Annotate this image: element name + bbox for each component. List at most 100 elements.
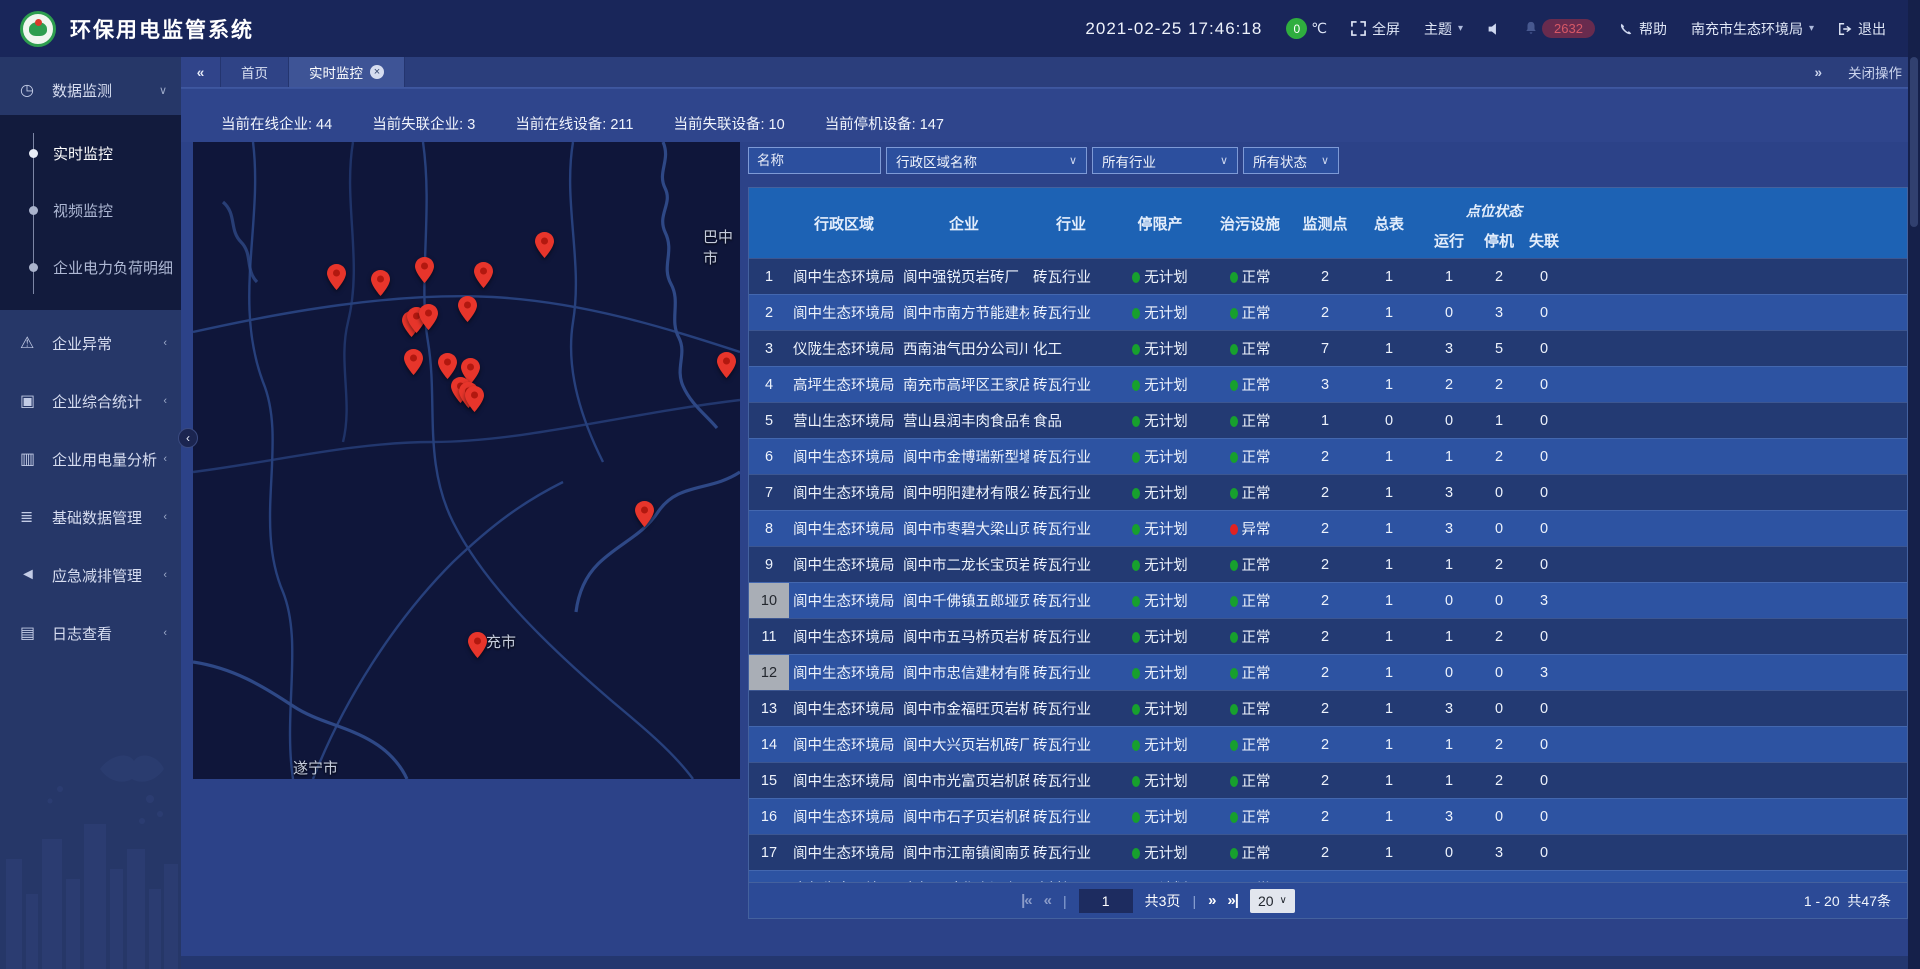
table-row[interactable]: 16阆中生态环境局阆中市石子页岩机砖厂砖瓦行业无计划正常21300 — [749, 798, 1907, 834]
sidebar-item-3[interactable]: ▥企业用电量分析‹ — [0, 434, 181, 484]
tab-1[interactable]: 实时监控× — [289, 57, 405, 87]
col-group-point-status: 点位状态 — [1421, 188, 1567, 223]
cell-lost-count: 0 — [1521, 485, 1567, 501]
map-pin-icon[interactable] — [458, 296, 477, 322]
cell-monitor-count: 2 — [1293, 269, 1357, 285]
map-pin-icon[interactable] — [468, 632, 487, 658]
cell-facility-status: 正常 — [1207, 554, 1293, 575]
sidebar-collapse-button[interactable]: ‹ — [178, 428, 198, 448]
table-row[interactable]: 3仪陇生态环境局西南油气田分公司川中化工无计划正常71350 — [749, 330, 1907, 366]
table-row[interactable]: 5营山生态环境局营山县润丰肉食品有限食品无计划正常10010 — [749, 402, 1907, 438]
cell-lost-count: 3 — [1521, 593, 1567, 609]
tab-0[interactable]: 首页 — [221, 57, 289, 87]
table-row[interactable]: 17阆中生态环境局阆中市江南镇阆南页岩砖瓦行业无计划正常21030 — [749, 834, 1907, 870]
pager-divider: | — [1063, 893, 1067, 909]
cell-monitor-count: 2 — [1293, 485, 1357, 501]
table-row[interactable]: 8阆中生态环境局阆中市枣碧大梁山页岩砖瓦行业无计划异常21300 — [749, 510, 1907, 546]
map-pin-icon[interactable] — [474, 262, 493, 288]
cell-company: 阆中明阳建材有限公司 — [899, 482, 1029, 503]
table-row[interactable]: 14阆中生态环境局阆中大兴页岩机砖厂砖瓦行业无计划正常21120 — [749, 726, 1907, 762]
cell-stop-count: 0 — [1477, 701, 1521, 717]
cell-lost-count: 0 — [1521, 557, 1567, 573]
map-pin-icon[interactable] — [371, 270, 390, 296]
map-pin-icon[interactable] — [635, 501, 654, 527]
cell-stop-count: 2 — [1477, 557, 1521, 573]
map-pin-icon[interactable] — [327, 264, 346, 290]
next-page-button[interactable]: » — [1208, 892, 1215, 909]
cell-stop-count: 0 — [1477, 521, 1521, 537]
table-row[interactable]: 12阆中生态环境局阆中市忠信建材有限公砖瓦行业无计划正常21003 — [749, 654, 1907, 690]
mute-button[interactable] — [1487, 22, 1500, 36]
last-page-button[interactable]: »| — [1227, 892, 1238, 909]
vertical-scrollbar[interactable] — [1908, 0, 1920, 969]
notifications-button[interactable]: 2632 — [1524, 19, 1595, 38]
map-city-label-2: 遂宁市 — [293, 757, 338, 778]
industry-select[interactable]: 所有行业∨ — [1092, 147, 1238, 174]
map-pin-icon[interactable] — [404, 349, 423, 375]
status-dot-icon — [1132, 740, 1140, 751]
close-operations-button[interactable]: 关闭操作 — [1848, 62, 1902, 82]
table-row[interactable]: 6阆中生态环境局阆中市金博瑞新型墙材砖瓦行业无计划正常21120 — [749, 438, 1907, 474]
table-row[interactable]: 2阆中生态环境局阆中市南方节能建材有砖瓦行业无计划正常21030 — [749, 294, 1907, 330]
cell-monitor-count: 1 — [1293, 413, 1357, 429]
cell-region: 阆中生态环境局 — [789, 770, 899, 791]
name-search-input[interactable] — [748, 147, 881, 174]
table-row[interactable]: 7阆中生态环境局阆中明阳建材有限公司砖瓦行业无计划正常21300 — [749, 474, 1907, 510]
table-row[interactable]: 10阆中生态环境局阆中千佛镇五郎垭页岩砖瓦行业无计划正常21003 — [749, 582, 1907, 618]
map-pin-icon[interactable] — [415, 257, 434, 283]
region-select[interactable]: 行政区域名称∨ — [886, 147, 1087, 174]
theme-dropdown[interactable]: 主题▾ — [1424, 19, 1463, 39]
map-city-label-0: 巴中市 — [703, 226, 740, 268]
cell-facility-status: 正常 — [1207, 806, 1293, 827]
sidebar-item-6[interactable]: ▤日志查看‹ — [0, 608, 181, 658]
map-pin-icon[interactable] — [717, 352, 736, 378]
sidebar-item-1[interactable]: ⚠企业异常‹ — [0, 318, 181, 368]
cell-region: 阆中生态环境局 — [789, 302, 899, 323]
fullscreen-button[interactable]: 全屏 — [1351, 19, 1400, 39]
cell-company: 阆中市五马桥页岩机砖 — [899, 626, 1029, 647]
temperature-badge: 0 — [1286, 18, 1307, 39]
tabs-scroll-right-button[interactable]: » — [1814, 65, 1822, 80]
sidebar-subitem-0[interactable]: 实时监控 — [0, 125, 181, 182]
status-select[interactable]: 所有状态∨ — [1243, 147, 1339, 174]
tabs-scroll-left-button[interactable]: « — [181, 57, 221, 87]
sidebar-subitem-1[interactable]: 视频监控 — [0, 182, 181, 239]
cell-lost-count: 0 — [1521, 305, 1567, 321]
table-row[interactable]: 15阆中生态环境局阆中市光富页岩机砖厂砖瓦行业无计划正常21120 — [749, 762, 1907, 798]
page-size-select[interactable]: 20∨ — [1250, 889, 1295, 913]
map-canvas[interactable]: 巴中市南充市遂宁市 — [193, 142, 740, 779]
sidebar-item-0[interactable]: ◷数据监测∨ — [0, 65, 181, 115]
close-tab-icon[interactable]: × — [370, 65, 384, 79]
map-pin-icon[interactable] — [465, 386, 484, 412]
horizontal-scrollbar[interactable] — [181, 956, 1908, 969]
table-row[interactable]: 11阆中生态环境局阆中市五马桥页岩机砖砖瓦行业无计划正常21120 — [749, 618, 1907, 654]
table-row[interactable]: 13阆中生态环境局阆中市金福旺页岩机砖砖瓦行业无计划正常21300 — [749, 690, 1907, 726]
org-dropdown[interactable]: 南充市生态环境局▾ — [1691, 19, 1814, 39]
table-row[interactable]: 9阆中生态环境局阆中市二龙长宝页岩砖砖瓦行业无计划正常21120 — [749, 546, 1907, 582]
sidebar-item-2[interactable]: ▣企业综合统计‹ — [0, 376, 181, 426]
logout-button[interactable]: 退出 — [1838, 19, 1886, 39]
col-company: 企业 — [899, 188, 1029, 258]
prev-page-button[interactable]: « — [1044, 892, 1051, 909]
first-page-button[interactable]: |« — [1021, 892, 1032, 909]
cell-facility-status: 正常 — [1207, 770, 1293, 791]
status-dot-icon — [1132, 668, 1140, 679]
sidebar-subitem-2[interactable]: 企业电力负荷明细 — [0, 239, 181, 296]
table-row[interactable]: 1阆中生态环境局阆中强锐页岩砖厂砖瓦行业无计划正常21120 — [749, 258, 1907, 294]
map-pin-icon[interactable] — [438, 353, 457, 379]
table-row[interactable]: 4高坪生态环境局南充市高坪区王家店建砖瓦行业无计划正常31220 — [749, 366, 1907, 402]
cell-limit-status: 无计划 — [1113, 410, 1207, 431]
cell-limit-status: 无计划 — [1113, 842, 1207, 863]
sidebar-submenu: 实时监控视频监控企业电力负荷明细 — [0, 115, 181, 310]
map-pin-icon[interactable] — [419, 304, 438, 330]
page-number-input[interactable]: 1 — [1079, 889, 1133, 913]
cell-total-meters: 1 — [1357, 377, 1421, 393]
cell-stop-count: 2 — [1477, 377, 1521, 393]
stat-item-4: 当前停机设备: 147 — [825, 113, 944, 142]
map-pin-icon[interactable] — [535, 232, 554, 258]
sidebar-item-5[interactable]: ◄应急减排管理‹ — [0, 550, 181, 600]
megaphone-icon: ◄ — [20, 566, 44, 584]
cell-monitor-count: 7 — [1293, 341, 1357, 357]
help-button[interactable]: 帮助 — [1619, 19, 1667, 39]
sidebar-item-4[interactable]: ≣基础数据管理‹ — [0, 492, 181, 542]
